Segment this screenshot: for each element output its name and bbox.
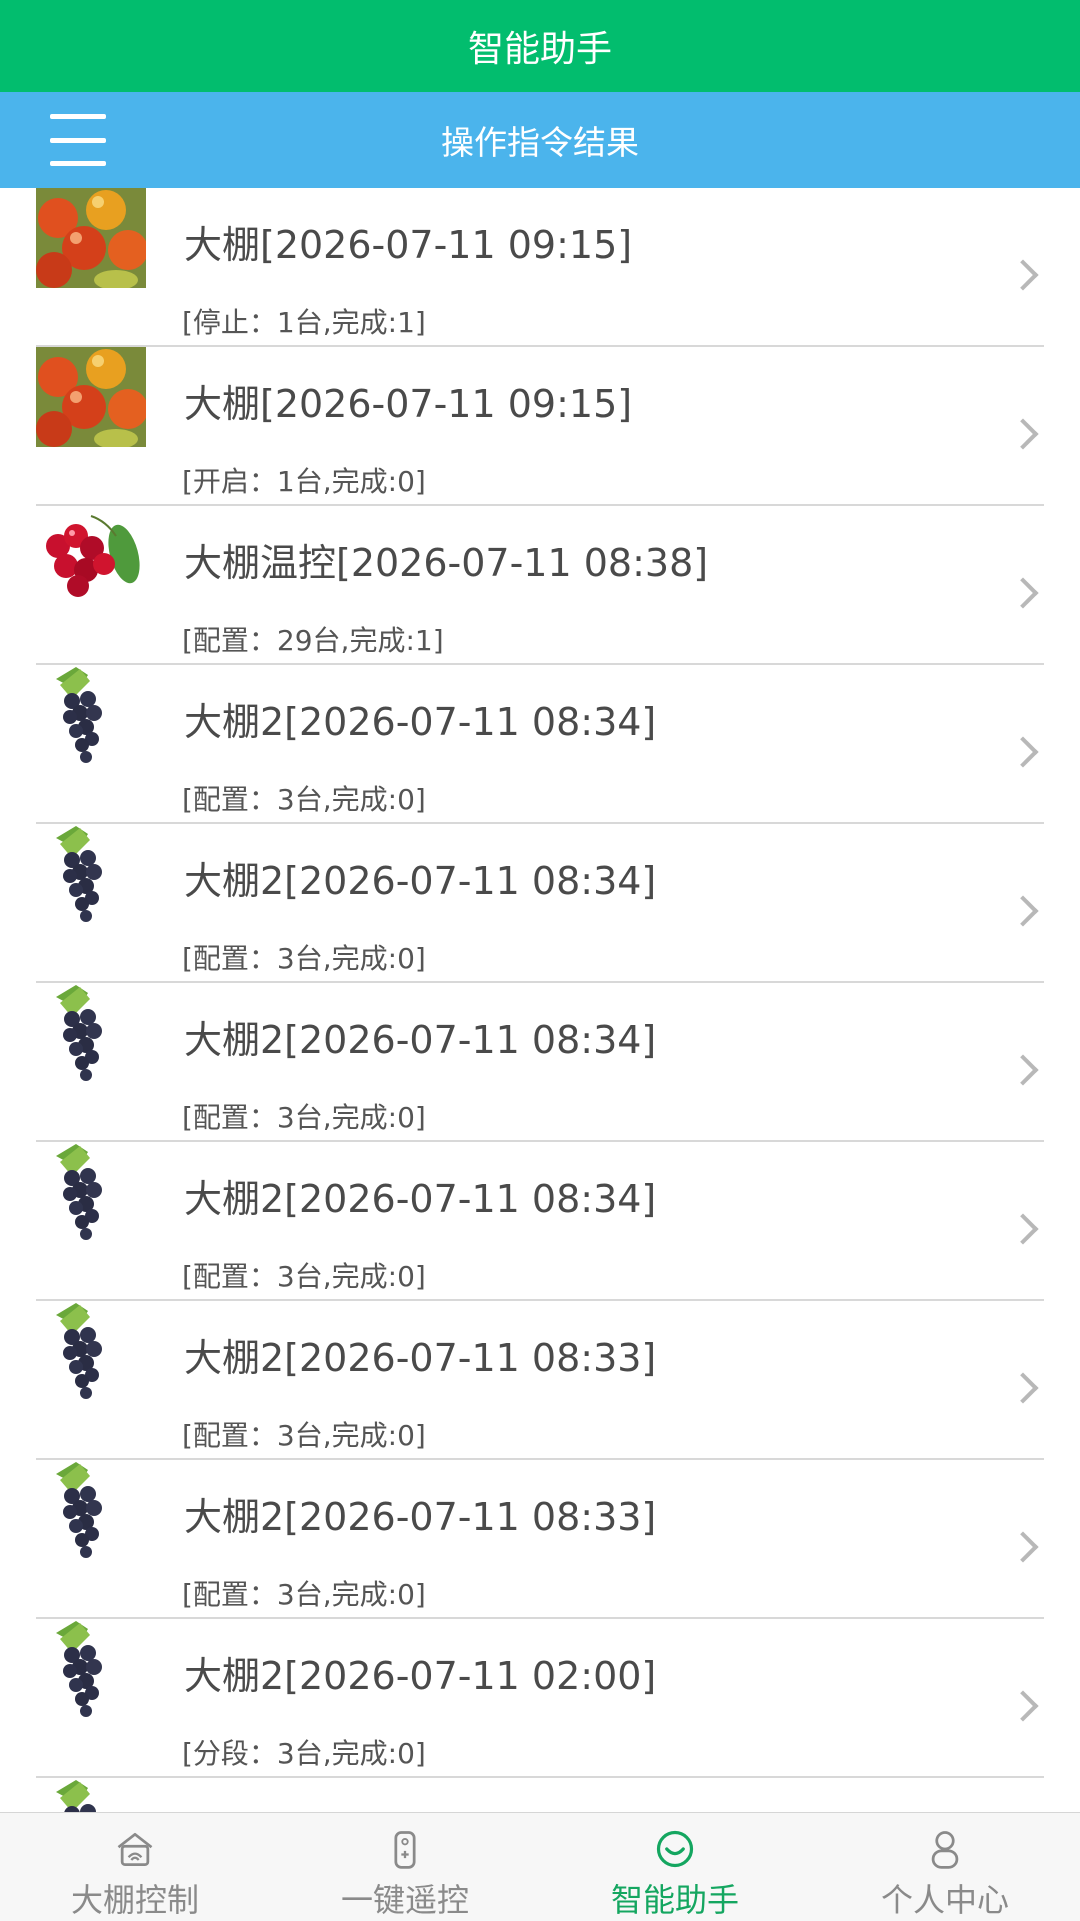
item-title: 大棚2[2026-07-11 08:34] [184, 1177, 657, 1221]
page-header: 操作指令结果 [0, 92, 1080, 188]
person-icon [931, 1831, 959, 1869]
grape-thumbnail [36, 1619, 146, 1719]
item-detail: [停止：1台,完成:1] [182, 306, 426, 339]
chevron-right-icon [1012, 262, 1036, 286]
hamburger-menu-icon[interactable] [50, 114, 106, 166]
grape-thumbnail [36, 824, 146, 924]
item-title: 大棚2[2026-07-11 08:33] [184, 1336, 657, 1380]
grape-fruit-thumbnail [36, 824, 146, 924]
item-title: 大棚2[2026-07-11 02:00] [184, 1654, 657, 1698]
tab-label: 个人中心 [880, 1881, 1009, 1919]
list-item[interactable]: 大棚温控[2026-07-11 08:38] [配置：29台,完成:1] [36, 506, 1044, 665]
tab-label: 大棚控制 [70, 1881, 199, 1919]
chevron-right-icon [1012, 1375, 1036, 1399]
jujube-fruit-thumbnail [36, 188, 146, 288]
item-title: 大棚温控[2026-07-11 08:38] [184, 541, 709, 585]
remote-control-icon [394, 1831, 416, 1869]
list-item[interactable]: 大棚2[2026-07-11 08:33] [配置：3台,完成:0] [36, 1460, 1044, 1619]
grape-fruit-thumbnail [36, 665, 146, 765]
grape-fruit-thumbnail [36, 983, 146, 1083]
bottom-tab-bar: 大棚控制 一键遥控 智能助手 个人中心 [0, 1812, 1080, 1921]
item-detail: [配置：3台,完成:0] [182, 1260, 426, 1293]
list-item[interactable]: 大棚2[2026-07-11 08:34] [配置：3台,完成:0] [36, 983, 1044, 1142]
grape-thumbnail [36, 983, 146, 1083]
result-list: 大棚[2026-07-11 09:15] [停止：1台,完成:1] 大棚[2026-… [0, 188, 1080, 1812]
item-title: 大棚[2026-07-11 09:15] [184, 382, 633, 426]
item-detail: [配置：3台,完成:0] [182, 942, 426, 975]
list-item[interactable]: 大棚2[2026-07-11 08:33] [配置：3台,完成:0] [36, 1301, 1044, 1460]
item-detail: [分段：3台,完成:0] [182, 1737, 426, 1770]
jujube-fruit-thumbnail [36, 347, 146, 447]
app-title-bar: 智能助手 [0, 0, 1080, 92]
item-detail: [配置：3台,完成:0] [182, 783, 426, 816]
grape-fruit-thumbnail [36, 1301, 146, 1401]
item-title: 大棚[2026-07-11 09:15] [184, 223, 633, 267]
item-title: 大棚2[2026-07-11 08:33] [184, 1495, 657, 1539]
item-detail: [开启：1台,完成:0] [182, 465, 426, 498]
list-item[interactable] [36, 1778, 1044, 1812]
app-title: 智能助手 [467, 29, 612, 70]
item-detail: [配置：3台,完成:0] [182, 1101, 426, 1134]
chevron-right-icon [1012, 1693, 1036, 1717]
item-detail: [配置：3台,完成:0] [182, 1578, 426, 1611]
chevron-right-icon [1012, 898, 1036, 922]
list-item[interactable]: 大棚[2026-07-11 09:15] [停止：1台,完成:1] [36, 188, 1044, 347]
tab-label: 智能助手 [610, 1881, 739, 1919]
list-item[interactable]: 大棚2[2026-07-11 08:34] [配置：3台,完成:0] [36, 824, 1044, 983]
item-title: 大棚2[2026-07-11 08:34] [184, 859, 657, 903]
grape-thumbnail [36, 1142, 146, 1242]
tab-smart-assistant[interactable]: 智能助手 [540, 1813, 810, 1921]
grape-thumbnail [36, 665, 146, 765]
greenhouse-icon [117, 1832, 153, 1866]
tab-label: 一键遥控 [340, 1881, 469, 1919]
chevron-right-icon [1012, 421, 1036, 445]
list-item[interactable]: 大棚2[2026-07-11 02:00] [分段：3台,完成:0] [36, 1619, 1044, 1778]
chevron-right-icon [1012, 1057, 1036, 1081]
list-item[interactable]: 大棚2[2026-07-11 08:34] [配置：3台,完成:0] [36, 1142, 1044, 1301]
grape-fruit-thumbnail [36, 1619, 146, 1719]
grape-thumbnail [36, 1778, 146, 1812]
jujube-thumbnail [36, 347, 146, 447]
grape-thumbnail [36, 1301, 146, 1401]
item-detail: [配置：29台,完成:1] [182, 624, 444, 657]
chevron-right-icon [1012, 1216, 1036, 1240]
cherry-thumbnail [36, 506, 146, 606]
chevron-right-icon [1012, 580, 1036, 604]
assistant-smile-icon [656, 1830, 694, 1868]
list-item[interactable]: 大棚2[2026-07-11 08:34] [配置：3台,完成:0] [36, 665, 1044, 824]
chevron-right-icon [1012, 739, 1036, 763]
tab-greenhouse-control[interactable]: 大棚控制 [0, 1813, 270, 1921]
list-item[interactable]: 大棚[2026-07-11 09:15] [开启：1台,完成:0] [36, 347, 1044, 506]
grape-fruit-thumbnail [36, 1460, 146, 1560]
jujube-thumbnail [36, 188, 146, 288]
cherry-fruit-thumbnail [36, 506, 146, 606]
grape-thumbnail [36, 1460, 146, 1560]
item-title: 大棚2[2026-07-11 08:34] [184, 700, 657, 744]
item-detail: [配置：3台,完成:0] [182, 1419, 426, 1452]
tab-one-key-remote[interactable]: 一键遥控 [270, 1813, 540, 1921]
grape-fruit-thumbnail [36, 1142, 146, 1242]
page-title: 操作指令结果 [441, 123, 639, 162]
tab-personal-center[interactable]: 个人中心 [810, 1813, 1080, 1921]
item-title: 大棚2[2026-07-11 08:34] [184, 1018, 657, 1062]
grape-fruit-thumbnail [36, 1778, 146, 1812]
chevron-right-icon [1012, 1534, 1036, 1558]
